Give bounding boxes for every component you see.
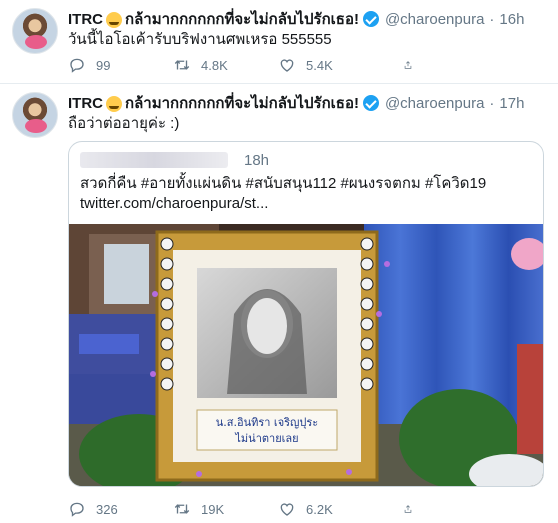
reply-count: 326 <box>96 501 118 517</box>
retweet-count: 4.8K <box>201 57 228 73</box>
verified-icon <box>362 11 379 27</box>
tweet-header: ITRC กล้ามากกกกกกที่จะไม่กลับไปรักเธอ! @… <box>68 93 546 113</box>
avatar-flower <box>25 35 47 49</box>
avatar-flower <box>25 119 47 133</box>
funeral-photo: น.ส.อินทิรา เจริญปุระ ไม่น่าตายเลย <box>69 224 543 486</box>
retweet-button[interactable]: 4.8K <box>173 55 278 75</box>
quoted-tweet-link[interactable]: twitter.com/charoenpura/st... <box>80 194 268 214</box>
emoji-icon <box>106 96 122 112</box>
quoted-timestamp[interactable]: 18h <box>244 152 269 169</box>
avatar[interactable] <box>12 8 58 54</box>
tweet-text: ถือว่าต่ออายุค่ะ :) <box>68 115 180 132</box>
tweet-actions: 99 4.8K 5.4K <box>68 55 488 75</box>
like-icon <box>280 59 294 72</box>
reply-button[interactable]: 326 <box>68 499 173 519</box>
card-name: น.ส.อินทิรา เจริญปุระ <box>216 416 318 429</box>
like-count: 6.2K <box>306 501 333 517</box>
share-button[interactable] <box>403 55 423 75</box>
retweet-icon <box>174 60 190 70</box>
share-icon <box>404 61 412 69</box>
share-icon <box>404 505 412 513</box>
display-name-headline[interactable]: กล้ามากกกกกกที่จะไม่กลับไปรักเธอ! <box>125 7 359 31</box>
separator-dot: · <box>489 10 495 28</box>
tweet-actions: 326 19K 6.2K <box>68 499 488 519</box>
like-button[interactable]: 6.2K <box>278 499 383 519</box>
tweet[interactable]: ITRC กล้ามากกกกกกที่จะไม่กลับไปรักเธอ! @… <box>0 84 558 523</box>
like-icon <box>280 503 294 516</box>
card-caption: ไม่น่าตายเลย <box>234 432 298 445</box>
quoted-tweet-header: 18h <box>80 150 269 170</box>
quoted-tweet[interactable]: 18h สวดกี่คืน #อายทั้งแผ่นดิน #สนับสนุน1… <box>68 141 544 487</box>
avatar[interactable] <box>12 92 58 138</box>
quoted-tweet-text: สวดกี่คืน #อายทั้งแผ่นดิน #สนับสนุน112 #… <box>80 175 487 192</box>
tweet-text: วันนี้ไอโอเค้ารับบริฟงานศพเหรอ 555555 <box>68 31 332 48</box>
like-count: 5.4K <box>306 57 333 73</box>
verified-icon <box>362 95 379 111</box>
retweet-count: 19K <box>201 501 225 517</box>
tweet[interactable]: ITRC กล้ามากกกกกกที่จะไม่กลับไปรักเธอ! @… <box>0 0 558 84</box>
like-button[interactable]: 5.4K <box>278 55 383 75</box>
reply-button[interactable]: 99 <box>68 55 173 75</box>
emoji-icon <box>106 12 122 28</box>
user-handle[interactable]: @charoenpura <box>385 11 484 28</box>
share-button[interactable] <box>403 499 423 519</box>
display-name[interactable]: ITRC <box>68 11 103 28</box>
quoted-tweet-image[interactable]: น.ส.อินทิรา เจริญปุระ ไม่น่าตายเลย <box>69 224 543 486</box>
timestamp[interactable]: 16h <box>499 11 524 28</box>
display-name[interactable]: ITRC <box>68 95 103 112</box>
user-handle[interactable]: @charoenpura <box>385 95 484 112</box>
retweet-icon <box>174 504 190 514</box>
display-name-headline[interactable]: กล้ามากกกกกกที่จะไม่กลับไปรักเธอ! <box>125 91 359 115</box>
separator-dot: · <box>489 94 495 112</box>
timestamp[interactable]: 17h <box>499 95 524 112</box>
reply-icon <box>70 502 84 517</box>
blurred-author <box>80 152 228 168</box>
reply-count: 99 <box>96 57 111 73</box>
retweet-button[interactable]: 19K <box>173 499 278 519</box>
tweet-header: ITRC กล้ามากกกกกกที่จะไม่กลับไปรักเธอ! @… <box>68 9 546 29</box>
reply-icon <box>70 58 84 73</box>
